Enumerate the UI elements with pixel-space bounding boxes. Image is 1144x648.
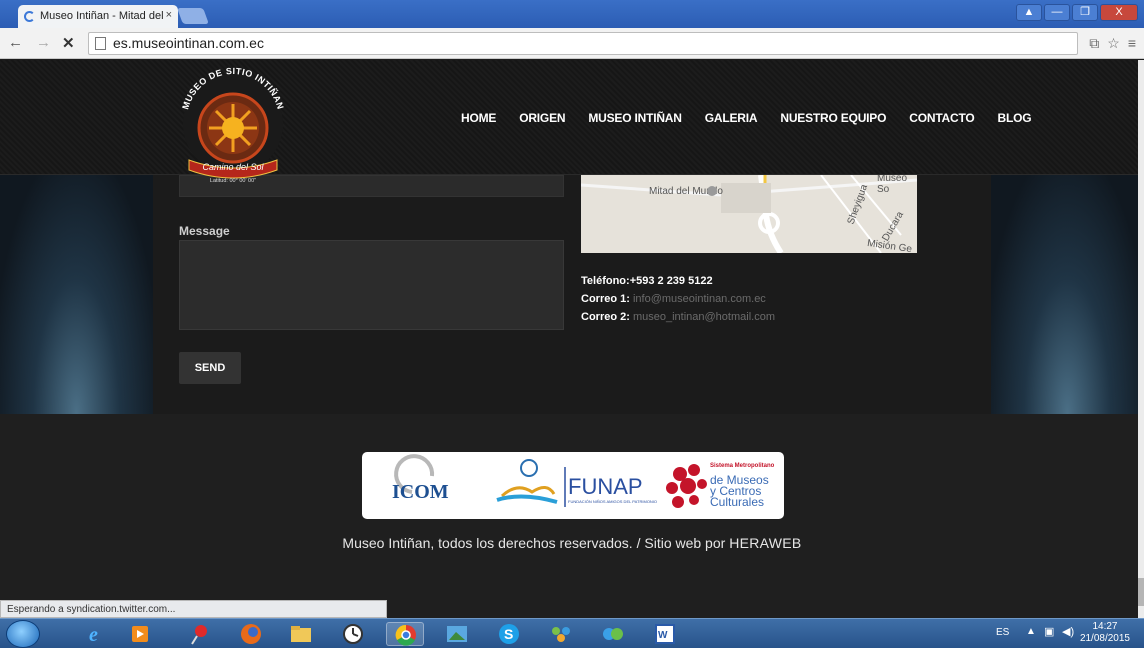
heraweb-link[interactable]: HERAWEB: [729, 535, 801, 551]
nav-contacto[interactable]: CONTACTO: [909, 111, 974, 125]
contact-section: Message SEND Mitad del Mundo Museo So Sh…: [153, 175, 991, 414]
windows-taskbar: e S W ES ▲ ▣ ◀) 14:27 21/08/2015: [0, 618, 1144, 648]
people-icon[interactable]: [542, 622, 580, 646]
nav-galeria[interactable]: GALERIA: [705, 111, 758, 125]
scrollbar-thumb[interactable]: [1138, 578, 1144, 606]
tab-close-icon[interactable]: ×: [166, 9, 172, 21]
page-scrollbar[interactable]: [1138, 60, 1144, 618]
email2-label: Correo 2:: [581, 311, 630, 323]
map-label: Museo So: [877, 175, 908, 195]
clock-time: 14:27: [1092, 621, 1118, 632]
browser-tab[interactable]: Museo Intiñan - Mitad del ×: [18, 5, 178, 28]
icom-logo[interactable]: ICOM: [392, 454, 449, 503]
map-marker-icon: [707, 186, 717, 196]
browser-tabstrip: Museo Intiñan - Mitad del × ▲ — ❐ X: [0, 0, 1144, 28]
word-icon[interactable]: W: [646, 622, 684, 646]
message-textarea[interactable]: [179, 240, 564, 330]
funap-text: FUNAP: [568, 474, 643, 499]
skype-icon[interactable]: S: [490, 622, 528, 646]
photo-viewer-icon[interactable]: [438, 622, 476, 646]
clock[interactable]: 14:27 21/08/2015: [1080, 621, 1130, 645]
museum-logo[interactable]: MUSEO DE SITIO INTIÑAN Camino del Sol La…: [173, 64, 293, 186]
copyright-statement: Museo Intiñan, todos los derechos reserv…: [342, 535, 730, 551]
stop-loading-icon[interactable]: ✕: [62, 34, 75, 52]
partner-logos-graphic: ICOM FUNAP FUNDACIÓN NIÑOS AMIGOS DEL PA…: [392, 454, 775, 509]
sistema-line3: Culturales: [710, 495, 764, 509]
toolbar-right: ⧉ ☆ ≡: [1089, 35, 1136, 52]
svg-text:S: S: [504, 626, 513, 642]
language-indicator[interactable]: ES: [996, 627, 1009, 638]
window-user-button[interactable]: ▲: [1016, 4, 1042, 21]
tab-title: Museo Intiñan - Mitad del: [40, 10, 164, 22]
bookmark-star-icon[interactable]: ☆: [1107, 35, 1120, 52]
icom-text: ICOM: [392, 481, 449, 503]
pin-app-icon[interactable]: [182, 622, 220, 646]
window-controls: ▲ — ❐ X: [1016, 4, 1138, 21]
page-icon: [95, 37, 106, 50]
clock-date: 21/08/2015: [1079, 633, 1130, 644]
file-explorer-icon[interactable]: [282, 622, 320, 646]
funap-logo[interactable]: FUNAP FUNDACIÓN NIÑOS AMIGOS DEL PATRIMO…: [496, 459, 657, 507]
email1-label: Correo 1:: [581, 293, 630, 305]
email1-link[interactable]: info@museointinan.com.ec: [633, 293, 766, 305]
back-arrow-icon[interactable]: ←: [8, 34, 23, 51]
partner-logos: ICOM FUNAP FUNDACIÓN NIÑOS AMIGOS DEL PA…: [362, 452, 784, 519]
maximize-button[interactable]: ❐: [1072, 4, 1098, 21]
translate-icon[interactable]: ⧉: [1089, 35, 1099, 52]
phone-line: Teléfono:+593 2 239 5122: [581, 272, 775, 290]
logo-latitude-text: Latitud: 00° 00' 00": [210, 178, 256, 184]
volume-icon[interactable]: ◀): [1062, 625, 1074, 638]
main-nav: HOME ORIGEN MUSEO INTIÑAN GALERIA NUESTR…: [461, 111, 1054, 125]
chrome-icon[interactable]: [386, 622, 424, 646]
close-window-button[interactable]: X: [1100, 4, 1138, 21]
logo-ribbon-text: Camino del Sol: [202, 162, 264, 172]
url-text: es.museointinan.com.ec: [113, 35, 264, 51]
nav-origen[interactable]: ORIGEN: [519, 111, 565, 125]
sistema-title: Sistema Metropolitano: [710, 463, 775, 469]
funap-subtext: FUNDACIÓN NIÑOS AMIGOS DEL PATRIMONIO: [568, 499, 657, 504]
new-tab-button[interactable]: [177, 8, 209, 24]
email2-link[interactable]: museo_intinan@hotmail.com: [633, 311, 775, 323]
message-label: Message: [179, 224, 230, 238]
contact-info: Teléfono:+593 2 239 5122 Correo 1: info@…: [581, 272, 775, 326]
loading-spinner-icon: [24, 11, 35, 22]
right-background-panel: [991, 175, 1144, 414]
left-background-panel: [0, 175, 153, 414]
send-button[interactable]: SEND: [179, 352, 241, 384]
sistema-metropolitano-logo[interactable]: Sistema Metropolitano de Museos y Centro…: [666, 463, 775, 509]
site-header: MUSEO DE SITIO INTIÑAN Camino del Sol La…: [0, 60, 1144, 184]
address-bar[interactable]: es.museointinan.com.ec: [88, 32, 1078, 55]
nav-home[interactable]: HOME: [461, 111, 496, 125]
website-viewport: MUSEO DE SITIO INTIÑAN Camino del Sol La…: [0, 60, 1144, 618]
menu-icon[interactable]: ≡: [1128, 35, 1136, 52]
clock-app-icon[interactable]: [334, 622, 372, 646]
email1-line: Correo 1: info@museointinan.com.ec: [581, 290, 775, 308]
phone-label: Teléfono:: [581, 275, 630, 287]
copyright-text: Museo Intiñan, todos los derechos reserv…: [0, 535, 1144, 551]
nav-museo-intinan[interactable]: MUSEO INTIÑAN: [588, 111, 682, 125]
email2-line: Correo 2: museo_intinan@hotmail.com: [581, 308, 775, 326]
show-hidden-icons-icon[interactable]: ▲: [1026, 626, 1036, 637]
system-tray: ES ▲ ▣ ◀) 14:27 21/08/2015: [984, 619, 1144, 648]
messenger-icon[interactable]: [594, 622, 632, 646]
nav-nuestro-equipo[interactable]: NUESTRO EQUIPO: [780, 111, 886, 125]
minimize-button[interactable]: —: [1044, 4, 1070, 21]
site-footer: ICOM FUNAP FUNDACIÓN NIÑOS AMIGOS DEL PA…: [0, 414, 1144, 618]
media-player-icon[interactable]: [122, 622, 160, 646]
browser-toolbar: ← → ✕ es.museointinan.com.ec ⧉ ☆ ≡: [0, 28, 1144, 59]
nav-blog[interactable]: BLOG: [998, 111, 1032, 125]
firefox-icon[interactable]: [232, 622, 270, 646]
phone-value: +593 2 239 5122: [629, 275, 713, 287]
location-map[interactable]: Mitad del Mundo Museo So Sheyigua Ducara…: [581, 175, 917, 253]
svg-text:e: e: [89, 624, 98, 646]
svg-text:W: W: [658, 630, 668, 641]
network-icon[interactable]: ▣: [1044, 625, 1054, 638]
status-bubble: Esperando a syndication.twitter.com...: [0, 600, 387, 618]
forward-arrow-icon[interactable]: →: [36, 34, 51, 51]
internet-explorer-icon[interactable]: e: [78, 622, 116, 646]
start-button[interactable]: [6, 620, 40, 648]
